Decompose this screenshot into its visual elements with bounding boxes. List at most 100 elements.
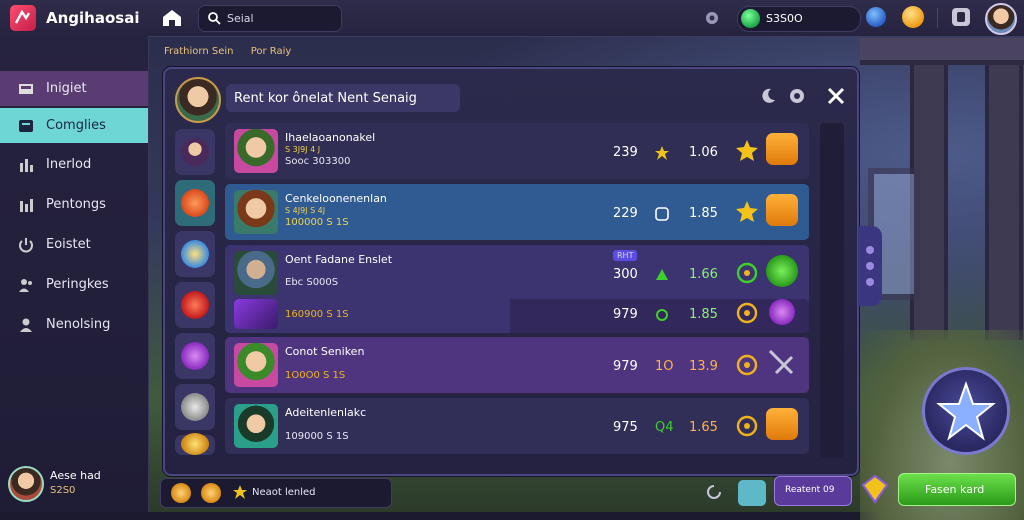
heal-action-button[interactable] [766,255,798,287]
star-icon[interactable] [735,139,759,163]
category-tab[interactable] [175,433,215,455]
ratio-value: 1.85 [689,307,718,322]
star-icon[interactable] [735,200,759,224]
ratio-value: 1.65 [689,420,718,435]
shield-action-button[interactable] [766,408,798,440]
table-row[interactable]: Adeitenlenlakc 109000 S 1S 975 Q4 1.65 [225,398,809,454]
player-subtitle: S 3J9J 4 J [285,145,321,154]
table-row[interactable]: Ihaelaoanonakel S 3J9J 4 J Sooc 303300 2… [225,123,809,179]
star-badge-icon[interactable] [902,6,924,28]
background-beam [860,38,1024,65]
bottom-toolbar: Neaot lenled [160,478,392,508]
app-logo[interactable] [10,5,36,31]
target-icon[interactable] [735,414,759,438]
player-name: Oent Fadane Enslet [285,253,393,266]
app-title: Angihaosai [46,9,140,27]
currency-counter[interactable]: S3S0O [737,6,861,32]
shield-action-button[interactable] [766,133,798,165]
sidebar-item-label: Peringkes [46,277,109,292]
search-value: Seial [227,12,254,25]
score-value: 229 [613,206,638,221]
player-thumbnail [234,404,278,448]
sidebar-item-label: Comglies [46,118,106,133]
sidebar-item-peringkes[interactable]: Peringkes [0,267,148,302]
moon-icon[interactable] [759,87,777,105]
sidebar-item-pentongs[interactable]: Pentongs [0,187,148,222]
users-icon [19,279,32,292]
star-icon [233,485,247,499]
hammer-icon [181,240,209,268]
user-subtitle: S2S0 [50,485,76,496]
table-row[interactable]: Cenkeloonenenlan S 4J9J S 4J 100000 S 1S… [225,184,809,240]
sword-icon[interactable] [766,347,798,379]
player-name: Adeitenlenlakc [285,406,367,419]
confirm-button[interactable]: Fasen kard [898,473,1016,506]
table-row[interactable]: Conot Seniken 1O0O0 S 1S 979 1O 13.9 [225,337,809,393]
sidebar-item-label: Pentongs [46,197,106,212]
sidebar-item-nenolsing[interactable]: Nenolsing [0,307,148,342]
category-tab[interactable] [175,333,215,379]
coin-icon[interactable] [171,483,191,503]
star-icon [936,380,996,441]
score-value: 979 [613,359,638,374]
profile-avatar[interactable] [985,3,1017,35]
sidebar-item-comglies[interactable]: Comglies [0,108,148,143]
coin-icon[interactable] [201,483,221,503]
player-name: Conot Seniken [285,345,365,358]
menu-icon[interactable] [952,8,970,26]
ratio-value: 1.85 [689,206,718,221]
magic-action-button[interactable] [769,299,795,325]
status-badge: RHT [613,250,638,261]
player-thumbnail [234,251,278,295]
bottom-status-text: Neaot lenled [252,487,316,498]
sidebar-item-inerlod[interactable]: Inerlod [0,147,148,182]
shield-icon[interactable] [866,7,886,27]
search-input[interactable]: Seial [198,5,342,32]
sidebar: Inigiet Comglies Inerlod Pentongs Eoiste… [0,36,149,512]
purple-button-label: Reatent 09 [785,485,835,495]
stats-icon [20,159,33,172]
gear-icon[interactable] [787,86,807,106]
magic-orb-icon [181,342,209,370]
side-drawer-tab[interactable] [858,226,882,306]
sidebar-item-eoistet[interactable]: Eoistet [0,227,148,262]
panel-title: Rent kor ônelat Nent Senaig [226,84,460,112]
score-value: 300 [613,267,638,282]
currency-value: S3S0O [766,12,803,25]
player-thumbnail [234,190,278,234]
score-value: 975 [613,420,638,435]
shield-action-button[interactable] [766,194,798,226]
player-meta: Sooc 303300 [285,156,351,167]
breadcrumb-item[interactable]: Por Raiy [251,46,292,57]
scrollbar[interactable] [820,123,844,458]
category-tab[interactable] [175,129,215,175]
star-action-button[interactable] [922,367,1010,455]
player-thumbnail [234,129,278,173]
table-row[interactable]: Oent Fadane Enslet Ebc S000S RHT 300 1.6… [225,245,809,333]
close-icon[interactable] [827,87,845,105]
power-icon [19,238,33,253]
category-tab[interactable] [175,282,215,328]
category-tab[interactable] [175,231,215,277]
pet-icon[interactable] [738,480,766,506]
player-name: Cenkeloonenenlan [285,192,387,205]
category-tab[interactable] [175,384,215,430]
bar-chart-icon [20,199,33,212]
refresh-icon[interactable] [707,484,721,500]
player-meta: 1O0O0 S 1S [285,370,346,381]
target-icon[interactable] [735,353,759,377]
category-tab[interactable] [175,180,215,226]
circle-icon [656,309,668,321]
dot-icon [866,278,874,286]
purple-action-button[interactable]: Reatent 09 [774,476,852,506]
target-icon[interactable] [735,301,759,325]
home-icon[interactable] [160,6,184,30]
sidebar-item-label: Nenolsing [46,317,111,332]
gem-icon[interactable] [860,474,890,504]
target-icon[interactable] [735,261,759,285]
panel-avatar [175,77,221,123]
clock-icon [655,207,669,221]
settings-gear-icon[interactable] [702,8,722,28]
sidebar-item-inigiet[interactable]: Inigiet [0,71,148,106]
breadcrumb-item[interactable]: Frathiorn Sein [164,46,234,57]
